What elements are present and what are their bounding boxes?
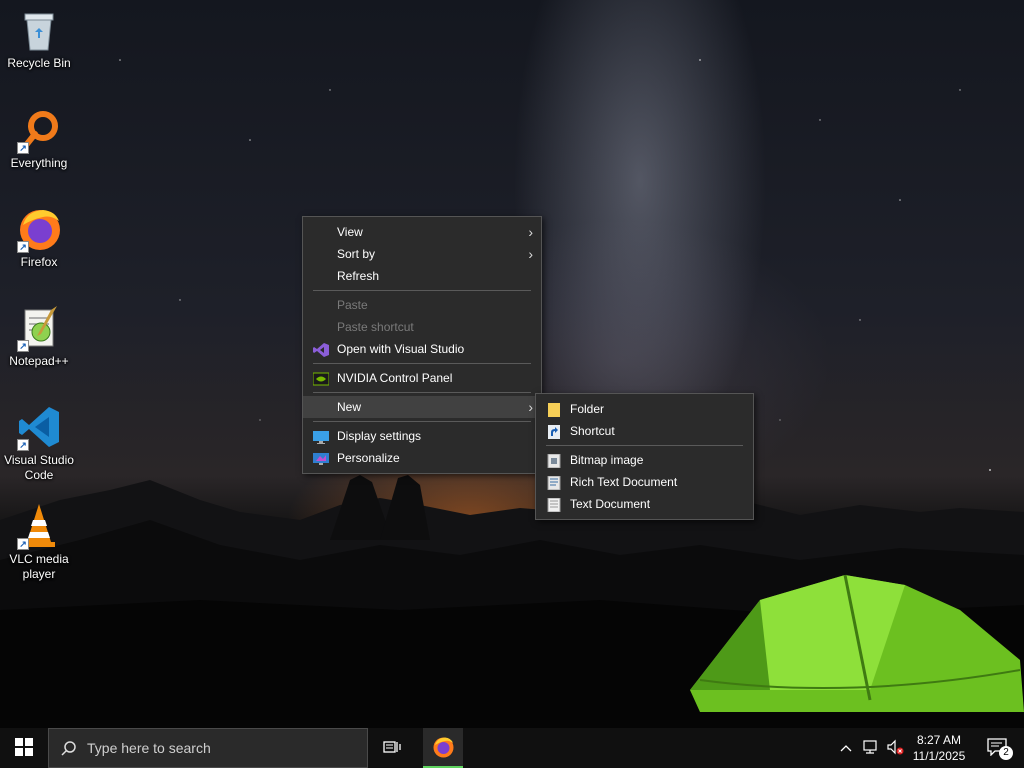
show-hidden-icons-button[interactable] <box>836 728 856 768</box>
personalize-icon <box>313 451 329 465</box>
menu-item-label: Open with Visual Studio <box>337 342 465 356</box>
menu-item-refresh[interactable]: Refresh <box>303 265 541 287</box>
menu-item-view[interactable]: View › <box>303 221 541 243</box>
menu-item-label: Paste <box>337 298 368 312</box>
menu-item-label: New <box>337 400 362 414</box>
chevron-right-icon: › <box>528 224 533 240</box>
menu-item-label: Bitmap image <box>570 453 644 467</box>
menu-item-label: Folder <box>570 402 605 416</box>
desktop-icon-vscode[interactable]: ↗ Visual Studio Code <box>2 403 76 483</box>
vlc-icon: ↗ <box>15 502 63 550</box>
menu-item-label: Personalize <box>337 451 400 465</box>
new-submenu: Folder Shortcut Bitmap image Rich Text D… <box>535 393 754 520</box>
submenu-item-text-document[interactable]: Text Document <box>536 493 753 515</box>
task-view-button[interactable] <box>372 728 412 768</box>
menu-item-display-settings[interactable]: Display settings <box>303 425 541 447</box>
clock-time: 8:27 AM <box>916 733 962 747</box>
windows-logo-icon <box>15 737 33 759</box>
desktop-icon-notepad-plus-plus[interactable]: ↗ Notepad++ <box>2 304 76 369</box>
taskbar-clock[interactable]: 8:27 AM 11/1/2025 <box>908 728 970 768</box>
everything-search-icon: ↗ <box>15 106 63 154</box>
taskbar: Type here to search 8:27 AM 11/1/2025 2 <box>0 728 1024 768</box>
menu-item-nvidia-control-panel[interactable]: NVIDIA Control Panel <box>303 367 541 389</box>
menu-item-open-with-visual-studio[interactable]: Open with Visual Studio <box>303 338 541 360</box>
menu-item-label: Display settings <box>337 429 422 443</box>
desktop-icon-recycle-bin[interactable]: Recycle Bin <box>2 6 76 71</box>
menu-separator <box>313 290 531 291</box>
menu-item-personalize[interactable]: Personalize <box>303 447 541 469</box>
shortcut-icon <box>546 424 562 439</box>
desktop-icon-label: VLC media player <box>9 552 69 581</box>
task-view-icon <box>383 739 401 758</box>
menu-separator <box>313 363 531 364</box>
desktop-icon-everything[interactable]: ↗ Everything <box>2 106 76 171</box>
menu-item-label: Shortcut <box>570 424 615 438</box>
desktop-icon-firefox[interactable]: ↗ Firefox <box>2 205 76 270</box>
bitmap-icon <box>546 453 562 469</box>
submenu-item-folder[interactable]: Folder <box>536 398 753 420</box>
desktop-context-menu: View › Sort by › Refresh Paste Paste sho… <box>302 216 542 474</box>
menu-item-label: Text Document <box>570 497 651 511</box>
volume-tray-button[interactable] <box>884 728 906 768</box>
shortcut-arrow-icon: ↗ <box>17 142 29 154</box>
visual-studio-icon <box>313 342 329 357</box>
desktop-icon-label: Visual Studio Code <box>4 453 74 482</box>
submenu-item-shortcut[interactable]: Shortcut <box>536 420 753 442</box>
firefox-icon: ↗ <box>15 205 63 253</box>
taskbar-search-box[interactable]: Type here to search <box>48 728 368 768</box>
network-icon <box>862 739 880 758</box>
desktop-icon-label: Firefox <box>20 255 58 269</box>
notification-icon: 2 <box>987 738 1013 760</box>
network-tray-button[interactable] <box>860 728 882 768</box>
clock-date: 11/1/2025 <box>912 749 966 763</box>
shortcut-arrow-icon: ↗ <box>17 439 29 451</box>
submenu-item-bitmap-image[interactable]: Bitmap image <box>536 449 753 471</box>
menu-separator <box>313 392 531 393</box>
menu-item-label: Refresh <box>337 269 380 283</box>
menu-item-label: Sort by <box>337 247 376 261</box>
desktop-icon-label: Notepad++ <box>9 354 69 368</box>
recycle-bin-icon <box>15 6 63 54</box>
chevron-right-icon: › <box>528 246 533 262</box>
shortcut-arrow-icon: ↗ <box>17 538 29 550</box>
firefox-icon <box>431 735 455 762</box>
menu-item-label: NVIDIA Control Panel <box>337 371 453 385</box>
folder-icon <box>546 402 562 417</box>
nvidia-icon <box>312 371 330 386</box>
action-center-button[interactable]: 2 <box>978 728 1018 768</box>
desktop-icon-vlc[interactable]: ↗ VLC media player <box>2 502 76 582</box>
menu-item-label: Paste shortcut <box>337 320 414 334</box>
menu-item-sort-by[interactable]: Sort by › <box>303 243 541 265</box>
submenu-item-rich-text-document[interactable]: Rich Text Document <box>536 471 753 493</box>
notepad-plus-plus-icon: ↗ <box>15 304 63 352</box>
rich-text-icon <box>546 475 562 491</box>
display-icon <box>313 429 329 444</box>
notification-count-badge: 2 <box>999 746 1013 760</box>
search-placeholder: Type here to search <box>87 740 211 756</box>
menu-separator <box>313 421 531 422</box>
menu-item-label: Rich Text Document <box>570 475 678 489</box>
start-button[interactable] <box>0 728 48 768</box>
menu-item-new[interactable]: New › <box>303 396 541 418</box>
vscode-icon: ↗ <box>15 403 63 451</box>
shortcut-arrow-icon: ↗ <box>17 241 29 253</box>
menu-item-paste-shortcut: Paste shortcut <box>303 316 541 338</box>
volume-muted-icon <box>886 739 904 758</box>
desktop-icon-label: Everything <box>10 156 68 170</box>
search-icon <box>61 740 77 756</box>
taskbar-firefox-button[interactable] <box>423 728 463 768</box>
chevron-up-icon <box>840 741 852 755</box>
menu-item-paste: Paste <box>303 294 541 316</box>
shortcut-arrow-icon: ↗ <box>17 340 29 352</box>
text-document-icon <box>546 497 562 513</box>
menu-separator <box>546 445 743 446</box>
menu-item-label: View <box>337 225 363 239</box>
desktop-icon-label: Recycle Bin <box>7 56 71 70</box>
chevron-right-icon: › <box>528 399 533 415</box>
